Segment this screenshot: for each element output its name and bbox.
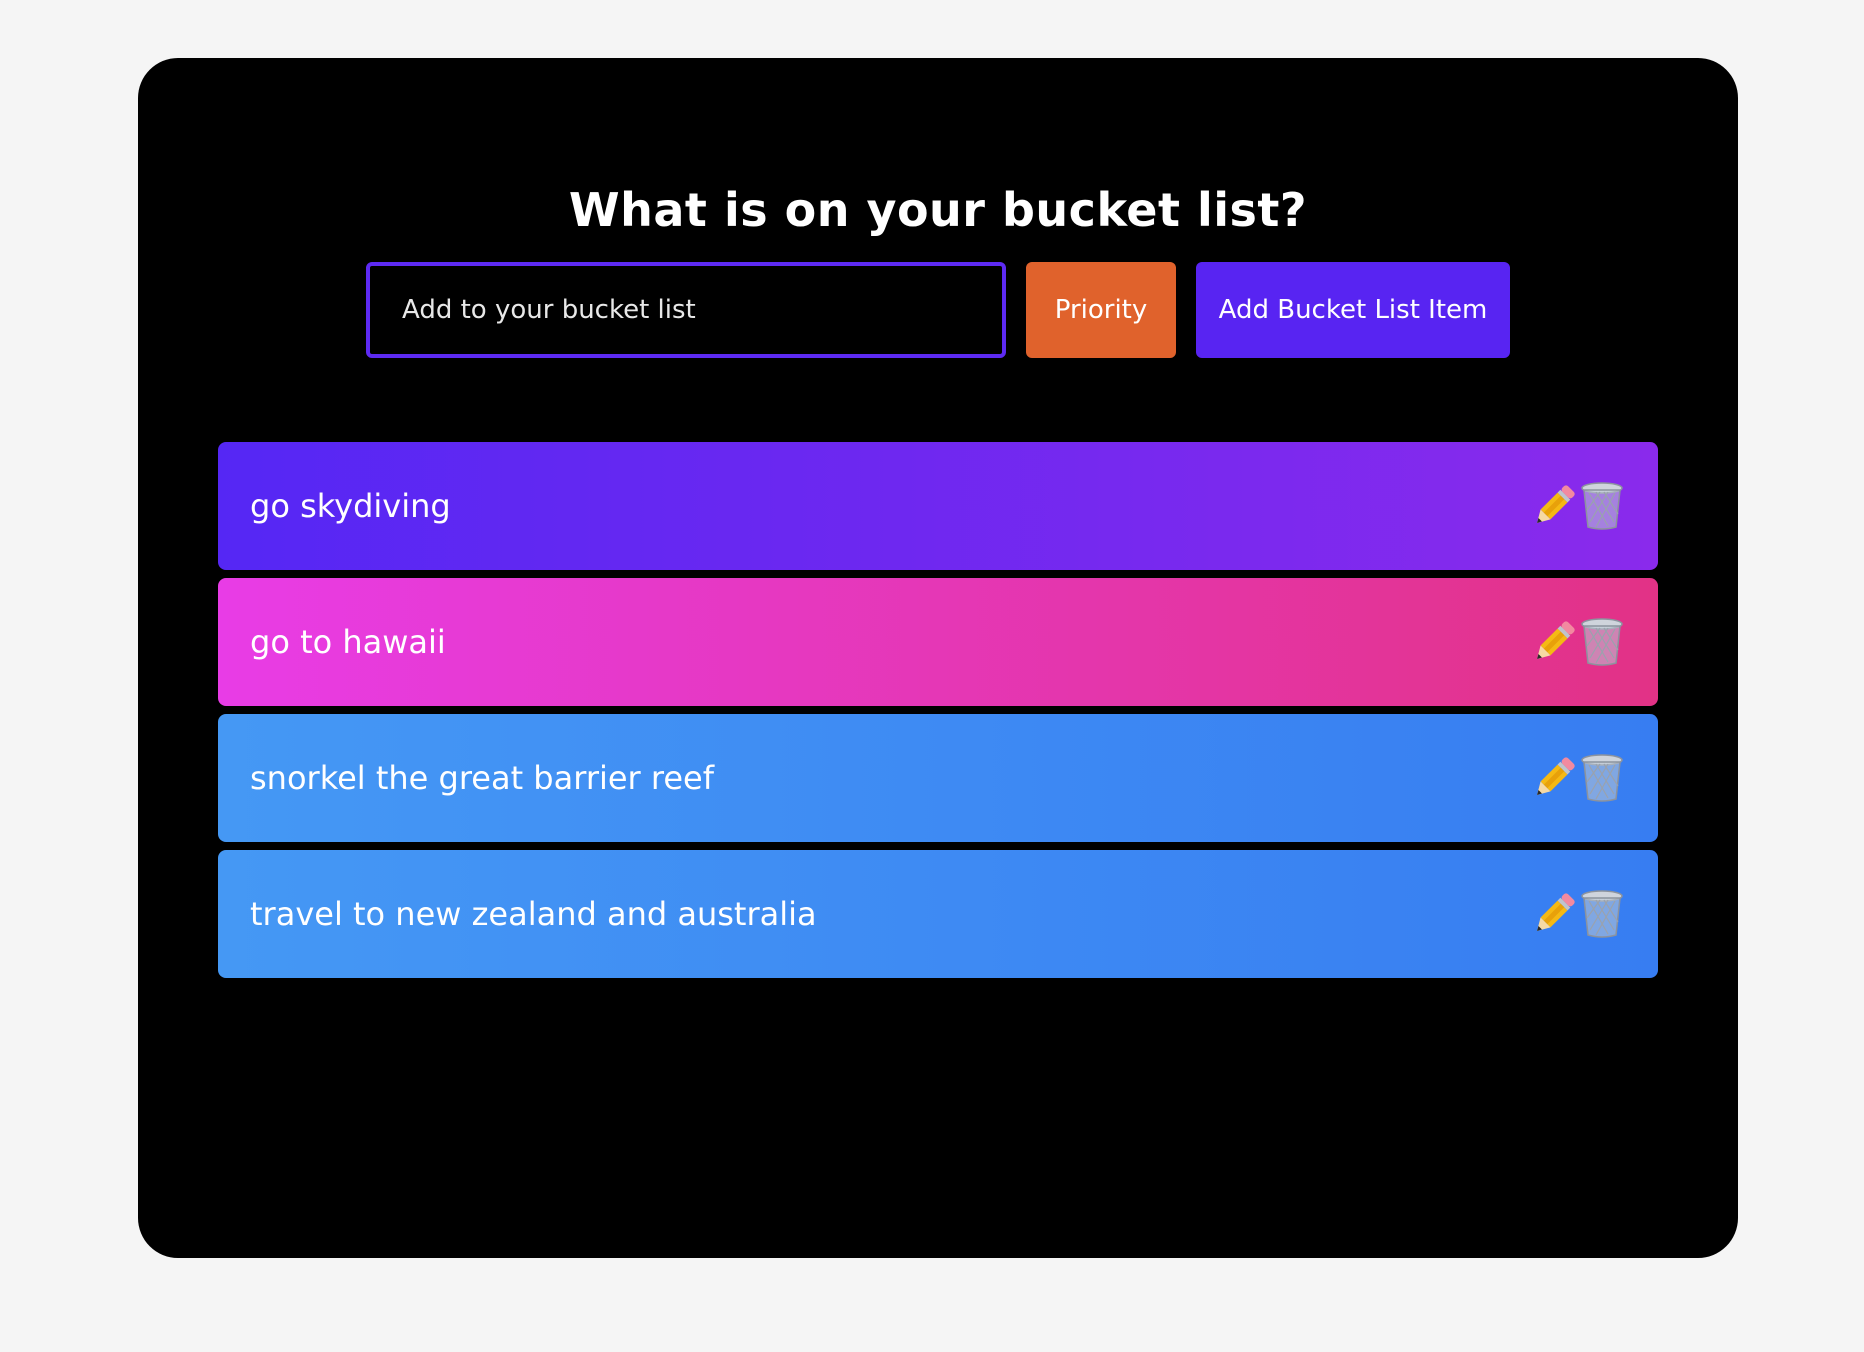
add-bucket-item-button[interactable]: Add Bucket List Item — [1196, 262, 1510, 358]
pencil-icon[interactable] — [1530, 752, 1578, 804]
pencil-icon[interactable] — [1530, 888, 1578, 940]
list-item-text: snorkel the great barrier reef — [250, 759, 714, 797]
pencil-icon[interactable] — [1530, 616, 1578, 668]
wastebasket-icon[interactable] — [1578, 480, 1626, 532]
list-item-text: go to hawaii — [250, 623, 446, 661]
list-item: snorkel the great barrier reef — [218, 714, 1658, 842]
list-item: travel to new zealand and australia — [218, 850, 1658, 978]
bucket-list-app: What is on your bucket list? Priority Ad… — [138, 58, 1738, 1258]
bucket-list-form: Priority Add Bucket List Item — [366, 262, 1514, 358]
wastebasket-icon[interactable] — [1578, 752, 1626, 804]
list-item-actions — [1530, 888, 1626, 940]
list-item-actions — [1530, 480, 1626, 532]
page-title: What is on your bucket list? — [568, 183, 1308, 237]
priority-button[interactable]: Priority — [1026, 262, 1176, 358]
wastebasket-icon[interactable] — [1578, 616, 1626, 668]
list-item-text: go skydiving — [250, 487, 451, 525]
list-item: go skydiving — [218, 442, 1658, 570]
bucket-list: go skydiving go to hawaii snorkel the gr… — [218, 442, 1658, 986]
list-item-actions — [1530, 616, 1626, 668]
wastebasket-icon[interactable] — [1578, 888, 1626, 940]
list-item-actions — [1530, 752, 1626, 804]
pencil-icon[interactable] — [1530, 480, 1578, 532]
list-item: go to hawaii — [218, 578, 1658, 706]
list-item-text: travel to new zealand and australia — [250, 895, 817, 933]
bucket-item-input[interactable] — [366, 262, 1006, 358]
